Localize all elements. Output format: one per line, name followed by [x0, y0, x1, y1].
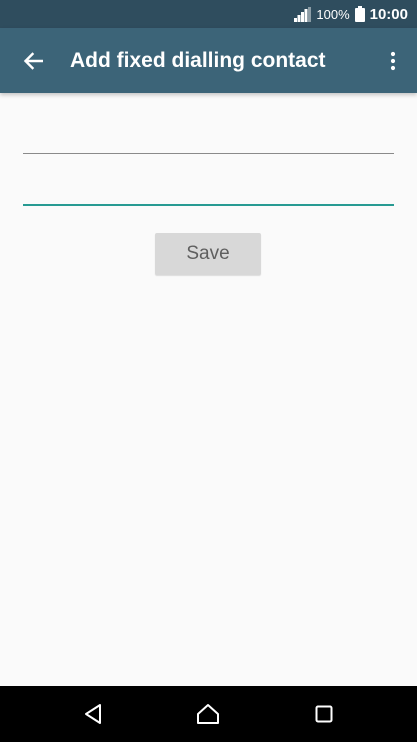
- nav-recents-icon: [315, 705, 333, 723]
- status-time: 10:00: [369, 5, 408, 23]
- battery-percentage: 100%: [316, 6, 350, 22]
- nav-home-button[interactable]: [178, 686, 238, 742]
- nav-recents-button[interactable]: [294, 686, 354, 742]
- overflow-menu-icon: [390, 51, 396, 70]
- nav-home-icon: [197, 704, 219, 724]
- nav-back-button[interactable]: [63, 686, 123, 742]
- overflow-menu-button[interactable]: [369, 28, 417, 93]
- contact-number-input[interactable]: [23, 166, 394, 206]
- page-title: Add fixed dialling contact: [70, 48, 326, 72]
- nav-back-icon: [85, 704, 101, 724]
- signal-icon: [294, 6, 312, 22]
- back-arrow-icon: [23, 51, 43, 70]
- status-bar: 100% 10:00: [0, 0, 417, 28]
- contact-name-input[interactable]: [23, 114, 394, 154]
- battery-icon: [354, 6, 365, 22]
- back-button[interactable]: [1, 28, 65, 93]
- navigation-bar: [0, 686, 417, 742]
- app-bar: Add fixed dialling contact: [0, 28, 417, 93]
- save-button[interactable]: Save: [155, 233, 261, 275]
